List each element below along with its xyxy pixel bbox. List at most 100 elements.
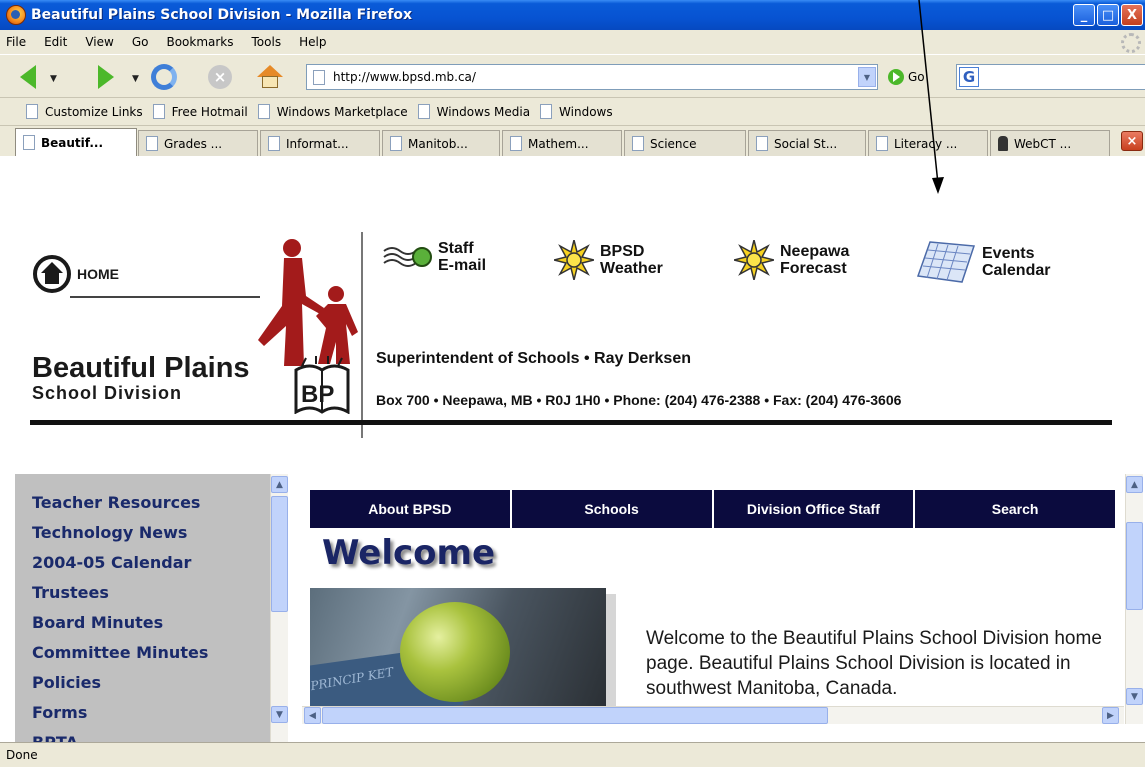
reload-button[interactable] bbox=[150, 63, 178, 91]
tab-social-studies[interactable]: Social St... bbox=[748, 130, 866, 156]
bp-book-logo: BP bbox=[294, 356, 350, 414]
scroll-thumb[interactable] bbox=[1126, 522, 1143, 610]
status-text: Done bbox=[6, 748, 38, 762]
scroll-up-icon[interactable]: ▲ bbox=[1126, 476, 1143, 493]
header-divider bbox=[361, 232, 363, 438]
link-free-hotmail[interactable]: Free Hotmail bbox=[152, 104, 248, 119]
tab-manitoba[interactable]: Manitob... bbox=[382, 130, 500, 156]
scroll-down-icon[interactable]: ▼ bbox=[271, 706, 288, 723]
staff-email-link[interactable]: Staff E-mail bbox=[382, 240, 486, 274]
sidebar-item-board-minutes[interactable]: Board Minutes bbox=[32, 610, 270, 640]
scroll-thumb[interactable] bbox=[322, 707, 828, 724]
page-icon bbox=[23, 135, 35, 150]
scroll-left-icon[interactable]: ◀ bbox=[304, 707, 321, 724]
throbber-icon bbox=[1121, 33, 1141, 53]
apple-image bbox=[400, 602, 510, 702]
page-icon bbox=[390, 136, 402, 151]
minimize-button[interactable]: _ bbox=[1073, 4, 1095, 26]
events-calendar-line2: Calendar bbox=[982, 262, 1051, 279]
link-customize-links[interactable]: Customize Links bbox=[26, 104, 143, 119]
forward-dropdown-icon[interactable]: ▼ bbox=[132, 74, 139, 84]
url-input[interactable] bbox=[333, 70, 833, 84]
maximize-button[interactable]: □ bbox=[1097, 4, 1119, 26]
back-button[interactable] bbox=[14, 63, 42, 91]
tab-grades[interactable]: Grades ... bbox=[138, 130, 258, 156]
menu-bar: File Edit View Go Bookmarks Tools Help bbox=[0, 30, 1145, 54]
tab-literacy[interactable]: Literacy ... bbox=[868, 130, 988, 156]
scroll-down-icon[interactable]: ▼ bbox=[1126, 688, 1143, 705]
close-window-button[interactable]: X bbox=[1121, 4, 1143, 26]
home-button[interactable] bbox=[256, 63, 284, 91]
sidebar-item-forms[interactable]: Forms bbox=[32, 700, 270, 730]
address-bar[interactable]: ▼ bbox=[306, 64, 878, 90]
page-icon bbox=[510, 136, 522, 151]
main-horizontal-scrollbar[interactable]: ◀ ▶ bbox=[302, 706, 1124, 724]
google-icon[interactable]: G bbox=[959, 67, 979, 87]
tab-information[interactable]: Informat... bbox=[260, 130, 380, 156]
menu-file[interactable]: File bbox=[6, 35, 26, 49]
nav-search[interactable]: Search bbox=[915, 490, 1115, 528]
header-rule bbox=[30, 420, 1112, 425]
tab-webct[interactable]: WebCT ... bbox=[990, 130, 1110, 156]
page-icon bbox=[146, 136, 158, 151]
sidebar-item-policies[interactable]: Policies bbox=[32, 670, 270, 700]
back-dropdown-icon[interactable]: ▼ bbox=[50, 74, 57, 84]
home-underline bbox=[70, 296, 260, 298]
home-circle-icon bbox=[33, 255, 71, 293]
nav-about-bpsd[interactable]: About BPSD bbox=[310, 490, 512, 528]
scroll-thumb[interactable] bbox=[271, 496, 288, 612]
menu-tools[interactable]: Tools bbox=[252, 35, 282, 49]
forward-button[interactable] bbox=[92, 63, 120, 91]
sidebar-item-calendar[interactable]: 2004-05 Calendar bbox=[32, 550, 270, 580]
url-dropdown-icon[interactable]: ▼ bbox=[858, 67, 876, 87]
google-search-box[interactable]: G bbox=[956, 64, 1145, 90]
sidebar-item-trustees[interactable]: Trustees bbox=[32, 580, 270, 610]
home-link-label: HOME bbox=[77, 266, 119, 282]
window-titlebar: Beautiful Plains School Division - Mozil… bbox=[0, 0, 1145, 30]
link-windows[interactable]: Windows bbox=[540, 104, 613, 119]
staff-email-line2: E-mail bbox=[438, 257, 487, 274]
email-wave-icon bbox=[383, 247, 432, 267]
tab-beautiful-plains[interactable]: Beautif... bbox=[15, 128, 137, 156]
tab-bar: Beautif... Grades ... Informat... Manito… bbox=[0, 126, 1145, 156]
main-vertical-scrollbar[interactable]: ▲ ▼ bbox=[1125, 474, 1143, 724]
menu-view[interactable]: View bbox=[85, 35, 113, 49]
link-windows-media[interactable]: Windows Media bbox=[417, 104, 530, 119]
page-icon bbox=[26, 104, 38, 119]
welcome-heading: Welcome bbox=[322, 533, 496, 573]
go-button[interactable]: Go bbox=[888, 69, 925, 85]
neepawa-forecast-link[interactable]: Neepawa Forecast bbox=[734, 240, 849, 280]
main-nav: About BPSD Schools Division Office Staff… bbox=[310, 490, 1115, 528]
page-icon bbox=[540, 104, 553, 119]
tab-science[interactable]: Science bbox=[624, 130, 746, 156]
menu-edit[interactable]: Edit bbox=[44, 35, 67, 49]
menu-bookmarks[interactable]: Bookmarks bbox=[166, 35, 233, 49]
nav-schools[interactable]: Schools bbox=[512, 490, 714, 528]
window-title: Beautiful Plains School Division - Mozil… bbox=[31, 7, 413, 23]
home-link[interactable]: HOME bbox=[33, 255, 119, 293]
scroll-right-icon[interactable]: ▶ bbox=[1102, 707, 1119, 724]
menu-help[interactable]: Help bbox=[299, 35, 326, 49]
reload-icon bbox=[151, 64, 177, 90]
sidebar-item-technology-news[interactable]: Technology News bbox=[32, 520, 270, 550]
neepawa-forecast-line1: Neepawa bbox=[780, 243, 850, 260]
page-icon bbox=[152, 104, 165, 119]
menu-go[interactable]: Go bbox=[132, 35, 149, 49]
sidebar-item-committee-minutes[interactable]: Committee Minutes bbox=[32, 640, 270, 670]
bpsd-weather-link[interactable]: BPSD Weather bbox=[554, 240, 663, 280]
tab-mathematics[interactable]: Mathem... bbox=[502, 130, 622, 156]
link-windows-marketplace[interactable]: Windows Marketplace bbox=[257, 104, 408, 119]
events-calendar-link[interactable]: Events Calendar bbox=[916, 240, 1050, 284]
sidebar-item-bpta[interactable]: BPTA bbox=[32, 730, 270, 742]
nav-division-office-staff[interactable]: Division Office Staff bbox=[714, 490, 916, 528]
sidebar-frame: Teacher Resources Technology News 2004-0… bbox=[15, 474, 270, 742]
close-tab-button[interactable]: × bbox=[1121, 131, 1143, 151]
sidebar-item-teacher-resources[interactable]: Teacher Resources bbox=[32, 490, 270, 520]
welcome-paragraph: Welcome to the Beautiful Plains School D… bbox=[646, 628, 1102, 699]
sidebar-scrollbar[interactable]: ▲ ▼ bbox=[270, 474, 288, 742]
contact-address: Box 700 • Neepawa, MB • R0J 1H0 • Phone:… bbox=[376, 392, 902, 408]
calendar-icon bbox=[916, 241, 976, 283]
logo-subtitle: School Division bbox=[32, 383, 183, 403]
stop-button[interactable]: × bbox=[206, 63, 234, 91]
scroll-up-icon[interactable]: ▲ bbox=[271, 476, 288, 493]
